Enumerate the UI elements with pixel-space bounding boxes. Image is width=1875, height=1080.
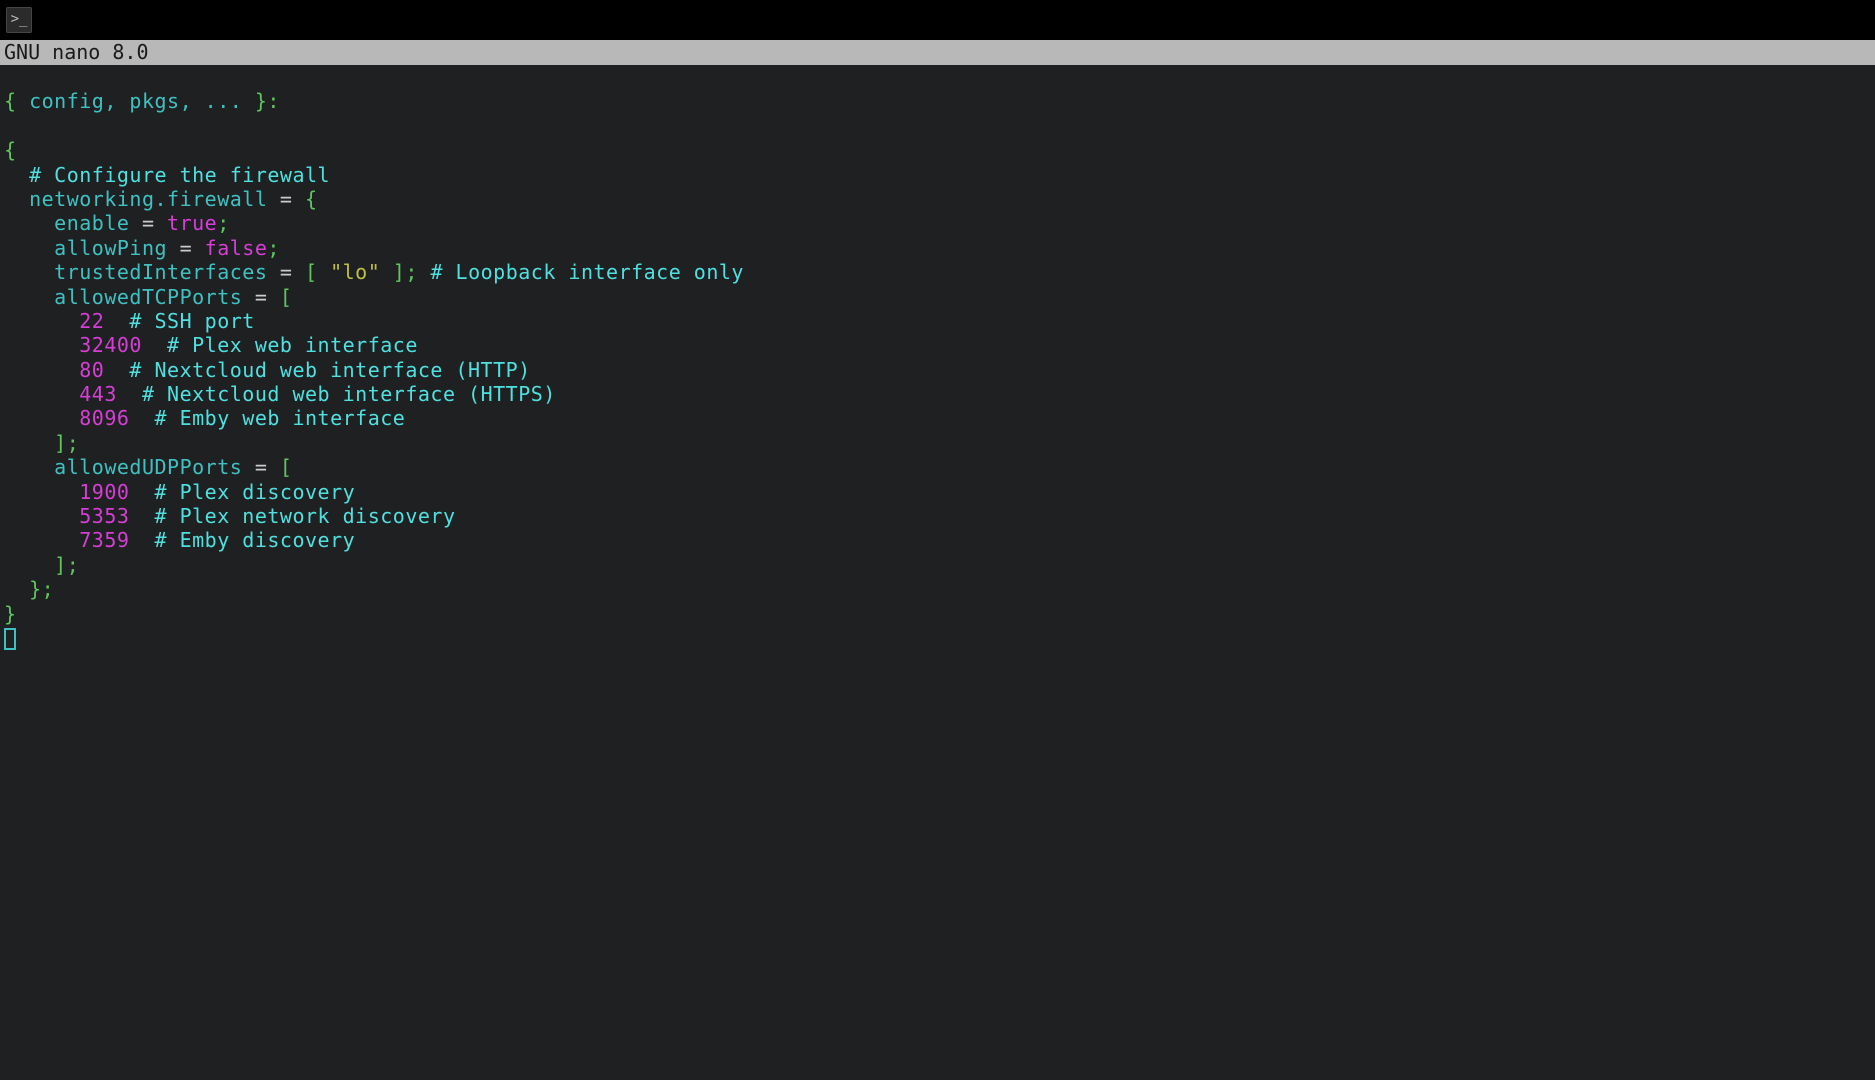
- comment-emby-web: # Emby web interface: [129, 406, 405, 430]
- semi: ;: [67, 431, 80, 455]
- window-titlebar: >_: [0, 0, 1875, 40]
- eq: =: [255, 455, 280, 479]
- nano-header-text: GNU nano 8.0: [4, 40, 149, 64]
- bracket-open: [: [280, 285, 293, 309]
- semi: ;: [42, 577, 55, 601]
- terminal-icon-glyph: >_: [11, 11, 28, 28]
- port-5353: 5353: [4, 504, 129, 528]
- inner-brace-close: }: [4, 577, 42, 601]
- bracket-close: ]: [4, 431, 67, 455]
- terminal-icon: >_: [6, 7, 32, 33]
- semi: ;: [217, 211, 230, 235]
- port-22: 22: [4, 309, 104, 333]
- comment-firewall: # Configure the firewall: [4, 163, 330, 187]
- key-trusted-interfaces: trustedInterfaces: [4, 260, 280, 284]
- eq: =: [142, 211, 167, 235]
- key-allowed-udp: allowedUDPPorts: [4, 455, 255, 479]
- comment-nextcloud-https: # Nextcloud web interface (HTTPS): [117, 382, 556, 406]
- text-cursor: [4, 628, 16, 650]
- val-false: false: [205, 236, 268, 260]
- comment-ssh: # SSH port: [104, 309, 255, 333]
- func-args: config, pkgs, ...: [17, 89, 255, 113]
- outer-brace-close: }: [4, 602, 17, 626]
- brace: {: [305, 187, 318, 211]
- comment-plex-discovery: # Plex discovery: [129, 480, 355, 504]
- semi: ;: [267, 236, 280, 260]
- port-7359: 7359: [4, 528, 129, 552]
- brace-open: {: [4, 89, 17, 113]
- eq: =: [180, 236, 205, 260]
- eq: =: [255, 285, 280, 309]
- key-networking-firewall: networking.firewall: [4, 187, 280, 211]
- semi: ;: [405, 260, 418, 284]
- block-open: {: [4, 138, 17, 162]
- comment-nextcloud-http: # Nextcloud web interface (HTTP): [104, 358, 530, 382]
- comment-plex-network-discovery: # Plex network discovery: [129, 504, 455, 528]
- comment-loopback: # Loopback interface only: [418, 260, 744, 284]
- bracket-open: [: [305, 260, 330, 284]
- val-true: true: [167, 211, 217, 235]
- bracket-close: ]: [4, 553, 67, 577]
- bracket-close: ]: [380, 260, 405, 284]
- nano-header-bar: GNU nano 8.0: [0, 40, 1875, 65]
- key-enable: enable: [4, 211, 142, 235]
- eq: =: [280, 260, 305, 284]
- comment-plex-web: # Plex web interface: [142, 333, 418, 357]
- string-lo: "lo": [330, 260, 380, 284]
- port-443: 443: [4, 382, 117, 406]
- port-1900: 1900: [4, 480, 129, 504]
- bracket-open: [: [280, 455, 293, 479]
- editor-area[interactable]: { config, pkgs, ... }: { # Configure the…: [0, 65, 1875, 650]
- comment-emby-discovery: # Emby discovery: [129, 528, 355, 552]
- key-allowping: allowPing: [4, 236, 180, 260]
- brace-close-colon: }:: [255, 89, 280, 113]
- eq: =: [280, 187, 305, 211]
- port-80: 80: [4, 358, 104, 382]
- port-8096: 8096: [4, 406, 129, 430]
- semi: ;: [67, 553, 80, 577]
- port-32400: 32400: [4, 333, 142, 357]
- key-allowed-tcp: allowedTCPPorts: [4, 285, 255, 309]
